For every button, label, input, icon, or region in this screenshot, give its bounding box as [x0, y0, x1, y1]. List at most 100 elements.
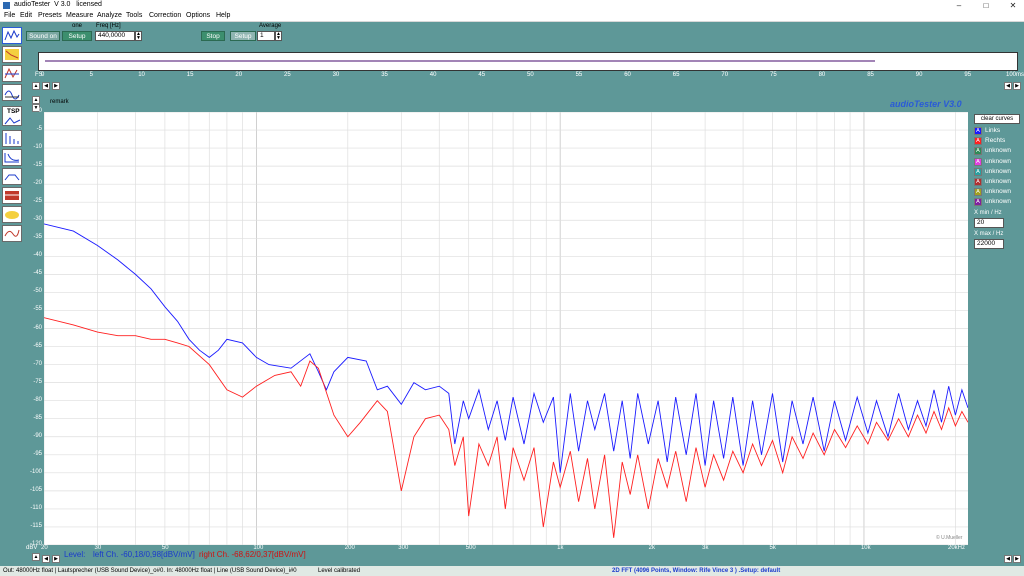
legend-item[interactable]: Aunknown	[974, 167, 1022, 177]
y-tick-label: -10	[33, 144, 42, 151]
overview-tick-label: 70	[721, 72, 729, 78]
window-title: audioTester V 3.0 licensed	[14, 1, 102, 8]
minimize-button[interactable]: –	[950, 0, 968, 11]
legend-label: Links	[985, 127, 1001, 134]
chart-zoom-right[interactable]: ▶	[1013, 555, 1021, 563]
toolbar: Sound on Setup one Freq [Hz] 440,0000 ▲ ▼…	[0, 22, 1024, 44]
overview-tick-label: 10	[138, 72, 145, 78]
oscilloscope-icon[interactable]	[2, 27, 22, 44]
freq-spinner[interactable]: ▲ ▼	[135, 31, 142, 41]
distortion-icon[interactable]	[2, 130, 22, 147]
menu-correction[interactable]: Correction	[149, 12, 181, 19]
menu-presets[interactable]: Presets	[38, 12, 62, 19]
legend-item[interactable]: Aunknown	[974, 146, 1022, 156]
overview-zoom-left[interactable]: ◀	[1004, 82, 1012, 90]
setup-analyzer-button[interactable]: Setup	[230, 31, 256, 41]
brand-label: audioTester V3.0	[890, 99, 962, 109]
legend-color-box[interactable]: A	[974, 188, 982, 197]
overview-tick-label: 50	[527, 72, 534, 78]
y-tick-label: -50	[33, 288, 42, 295]
x-tick-label: 5k	[769, 545, 776, 551]
menu-options[interactable]: Options	[186, 12, 210, 19]
cone-icon[interactable]	[2, 187, 22, 204]
remark-label[interactable]: remark	[50, 99, 69, 105]
y-tick-label: -30	[33, 216, 42, 223]
clear-curves-button[interactable]: clear curves	[974, 114, 1020, 124]
y-tick-label: -55	[33, 306, 42, 313]
overview-plot[interactable]	[38, 52, 1018, 71]
overview-tick-label: 40	[429, 72, 437, 78]
y-tick-label: -5	[36, 126, 42, 133]
waterfall-icon[interactable]	[2, 84, 22, 101]
legend-label: unknown	[985, 188, 1012, 196]
legend-item[interactable]: Aunknown	[974, 197, 1022, 207]
y-tick-label: -35	[33, 234, 42, 241]
legend-color-box[interactable]: A	[974, 198, 982, 207]
menu-edit[interactable]: Edit	[20, 12, 32, 19]
y-tick-label: -100	[29, 468, 42, 475]
y-tick-label: -95	[33, 450, 42, 457]
y-tick-label: -90	[33, 432, 42, 439]
chart-scroll-right[interactable]: ▶	[52, 555, 60, 563]
legend-item[interactable]: Aunknown	[974, 157, 1022, 167]
legend-item[interactable]: A Rechts	[974, 136, 1022, 146]
menu-file[interactable]: File	[4, 12, 15, 19]
average-input[interactable]: 1	[257, 31, 275, 41]
tsp-icon[interactable]: TSP	[2, 106, 22, 126]
legend-item[interactable]: Aunknown	[974, 187, 1022, 197]
legend-item[interactable]: A Links	[974, 126, 1022, 136]
average-label: Average	[259, 23, 282, 29]
menu-tools[interactable]: Tools	[126, 12, 142, 19]
menu-analyze[interactable]: Analyze	[97, 12, 122, 19]
chart-zoom-left[interactable]: ◀	[1004, 555, 1012, 563]
legend-color-box[interactable]: A	[974, 157, 982, 166]
setup-generator-button[interactable]: Setup	[62, 31, 92, 41]
legend-color-box[interactable]: A	[974, 167, 982, 176]
y-tick-label: -40	[33, 252, 42, 259]
sweep-icon[interactable]	[2, 225, 22, 242]
legend-color-box[interactable]: A	[974, 178, 982, 186]
overview-scroll-up[interactable]: ▲	[32, 82, 40, 90]
legend-item[interactable]: Aunknown	[974, 177, 1022, 187]
overview-tick-label: 65	[672, 72, 680, 78]
spectrum-icon[interactable]	[2, 65, 22, 82]
chart-scroll-up[interactable]: ▲	[32, 553, 40, 561]
xmax-input[interactable]: 22000	[974, 239, 1004, 249]
tsp-label: TSP	[7, 108, 20, 115]
status-bar: Out: 48000Hz float | Lautsprecher (USB S…	[0, 566, 1024, 576]
legend-color-box[interactable]: A	[974, 127, 982, 135]
xmax-label: X max / Hz	[974, 231, 1004, 237]
legend-color-box[interactable]: A	[974, 137, 982, 146]
maximize-button[interactable]: □	[977, 0, 995, 11]
filter-icon[interactable]	[2, 168, 22, 185]
y-tick-label: -80	[33, 396, 42, 403]
overview-tick-label: 25	[284, 72, 291, 78]
level-left-channel: left Ch. -60,18/0,98[dBV/mV]	[93, 550, 195, 559]
overview-scroll-left[interactable]: ◀	[42, 82, 50, 90]
main-scroll-up[interactable]: ▲	[32, 96, 40, 104]
xmin-input[interactable]: 20	[974, 218, 1004, 228]
legend-label: unknown	[985, 178, 1012, 185]
fft-icon[interactable]	[2, 46, 22, 63]
impulse-icon[interactable]	[2, 149, 22, 166]
title-bar: audioTester V 3.0 licensed – □ ✕	[0, 0, 1024, 11]
close-button[interactable]: ✕	[1004, 0, 1022, 11]
legend-color-box[interactable]: A	[974, 147, 982, 156]
menu-measure[interactable]: Measure	[66, 12, 93, 19]
freq-input[interactable]: 440,0000	[95, 31, 135, 41]
fft-chart[interactable]	[44, 112, 968, 545]
y-unit-label: dBV	[26, 545, 38, 551]
menu-help[interactable]: Help	[216, 12, 230, 19]
phase-icon[interactable]	[2, 206, 22, 223]
chart-scroll-left[interactable]: ◀	[42, 555, 50, 563]
stop-button[interactable]: Stop	[201, 31, 225, 41]
average-spinner[interactable]: ▲ ▼	[275, 31, 282, 41]
sound-on-button[interactable]: Sound on	[26, 31, 60, 41]
overview-scroll-right[interactable]: ▶	[52, 82, 60, 90]
y-tick-label: -75	[33, 378, 42, 385]
overview-zoom-right[interactable]: ▶	[1013, 82, 1021, 90]
y-tick-label: -85	[33, 414, 42, 421]
overview-tick-label: 20	[235, 72, 243, 78]
x-tick-label: 20	[41, 545, 48, 551]
fft-chart-area[interactable]: © U.Mueller	[44, 112, 968, 545]
